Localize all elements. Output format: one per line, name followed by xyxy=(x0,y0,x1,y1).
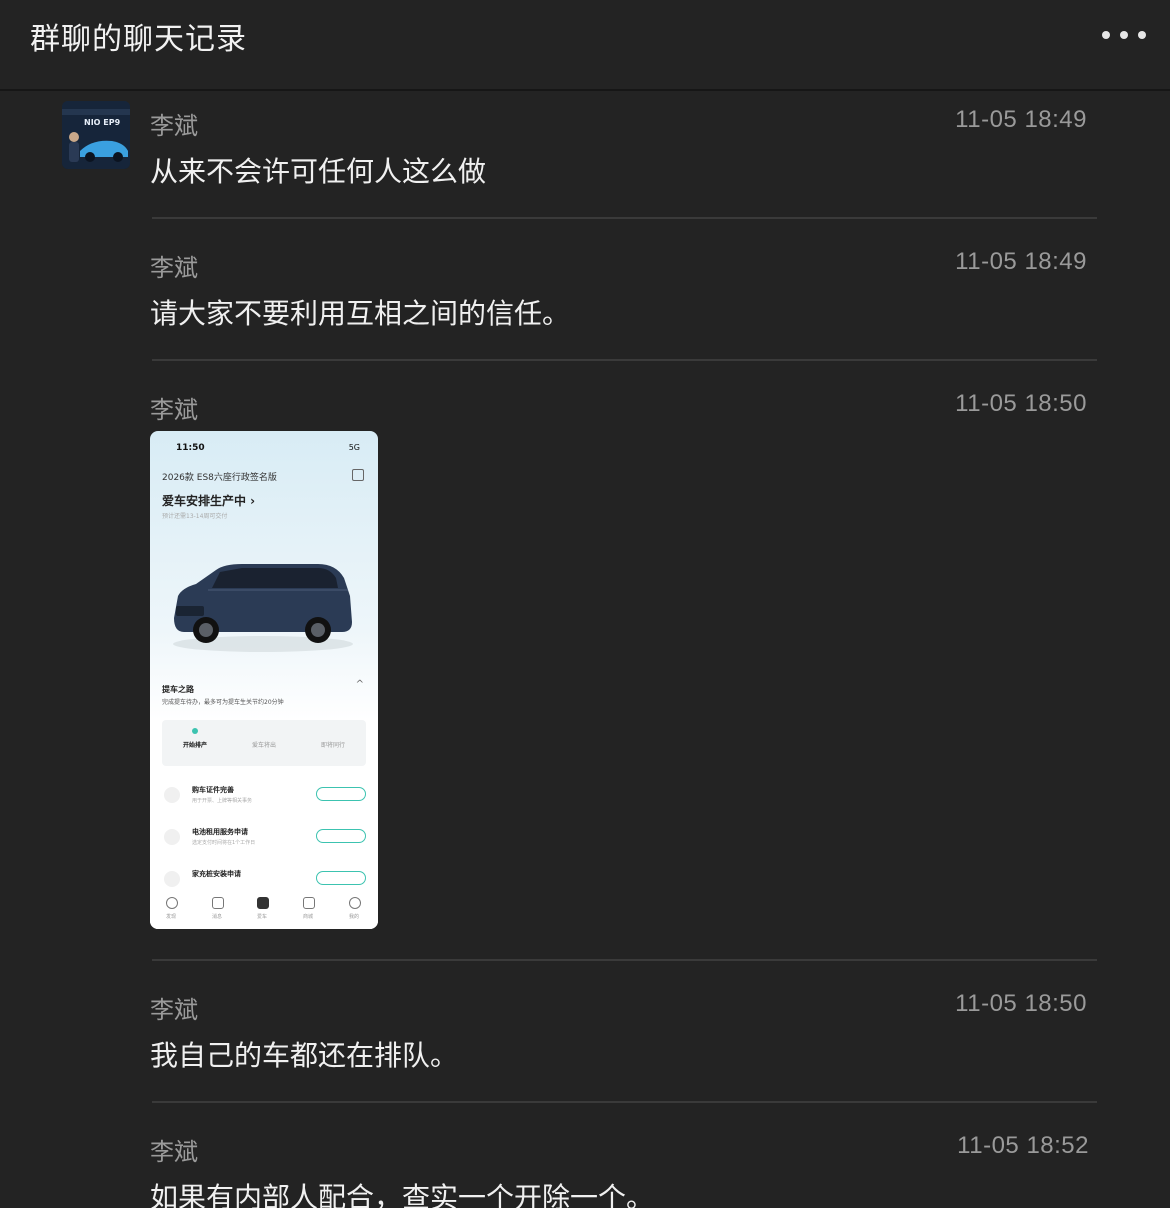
delivery-steps: 开始排产 爱车将出 即将同行 xyxy=(162,720,366,766)
tab-label: 我的 xyxy=(349,914,360,920)
svg-text:NIO EP9: NIO EP9 xyxy=(84,118,121,127)
sender-name: 李斌 xyxy=(150,396,198,424)
delivery-step: 爱车将出 xyxy=(251,742,276,749)
todo-title: 购车证件完善 xyxy=(192,786,234,794)
step-active-dot xyxy=(192,728,198,734)
divider xyxy=(152,217,1097,219)
more-options-icon[interactable] xyxy=(1102,22,1146,48)
message-item[interactable]: 李斌 11-05 18:49 从来不会许可任何人这么做 xyxy=(150,106,1097,188)
discover-tab-icon xyxy=(166,897,178,909)
avatar[interactable]: NIO EP9 xyxy=(62,101,130,169)
chat-history-header: 群聊的聊天记录 xyxy=(0,0,1170,91)
divider xyxy=(152,1101,1097,1103)
message-time: 11-05 18:49 xyxy=(955,106,1087,133)
order-status: 爱车安排生产中 › xyxy=(162,494,256,508)
message-time: 11-05 18:52 xyxy=(957,1132,1089,1159)
car-tab-icon xyxy=(257,897,269,909)
message-item[interactable]: 李斌 11-05 18:49 请大家不要利用互相之间的信任。 xyxy=(150,248,1097,330)
delivery-step: 即将同行 xyxy=(320,742,345,749)
phone-network: 5G xyxy=(348,443,360,452)
todo-title: 电池租用服务申请 xyxy=(192,828,248,836)
todo-item: 购车证件完善 用于开票、上牌等相关事务 xyxy=(162,781,366,815)
tab-label: 商城 xyxy=(303,914,314,920)
delivery-road-subtitle: 完成提车待办，最多可为提车生关节约20分钟 xyxy=(162,699,284,706)
car-image xyxy=(173,564,353,652)
message-time: 11-05 18:49 xyxy=(955,248,1087,275)
phone-status-time: 11:50 xyxy=(176,443,205,453)
tab-label: 爱车 xyxy=(257,914,268,920)
message-text: 如果有内部人配合，查实一个开除一个。 xyxy=(150,1181,655,1208)
message-text: 请大家不要利用互相之间的信任。 xyxy=(150,297,571,330)
delivery-road-title: 提车之路 xyxy=(162,685,194,694)
shop-tab-icon xyxy=(303,897,315,909)
todo-item: 电池租用服务申请 选定支付时间将在1个工作日 xyxy=(162,823,366,857)
document-icon xyxy=(352,469,364,481)
tab-label: 发现 xyxy=(166,914,177,920)
todo-subtitle: 用于开票、上牌等相关事务 xyxy=(192,798,253,804)
battery-icon xyxy=(164,829,180,845)
id-card-icon xyxy=(164,787,180,803)
sender-name: 李斌 xyxy=(150,254,198,282)
delivery-eta: 预计还需13-14周可交付 xyxy=(162,513,228,520)
todo-action-button xyxy=(316,871,366,885)
todo-action-button xyxy=(316,829,366,843)
todo-title: 家充桩安装申请 xyxy=(192,870,241,878)
message-time: 11-05 18:50 xyxy=(955,990,1087,1017)
chevron-up-icon: ^ xyxy=(355,679,364,690)
profile-tab-icon xyxy=(349,897,361,909)
message-tab-icon xyxy=(212,897,224,909)
message-item[interactable]: 李斌 11-05 18:50 我自己的车都还在排队。 xyxy=(150,990,1097,1072)
sender-name: 李斌 xyxy=(150,112,198,140)
car-model: 2026款 ES8六座行政签名版 xyxy=(162,473,277,483)
todo-subtitle: 选定支付时间将在1个工作日 xyxy=(192,840,256,846)
divider xyxy=(152,359,1097,361)
sender-name: 李斌 xyxy=(150,1138,198,1166)
todo-action-button xyxy=(316,787,366,801)
message-item: 李斌 11-05 18:50 xyxy=(150,390,1097,424)
message-text: 从来不会许可任何人这么做 xyxy=(150,155,487,188)
message-time: 11-05 18:50 xyxy=(955,390,1087,417)
message-item[interactable]: 李斌 11-05 18:52 如果有内部人配合，查实一个开除一个。 xyxy=(150,1132,1097,1208)
phone-tab-bar: 发现 消息 爱车 商城 我的 xyxy=(150,889,378,929)
message-text: 我自己的车都还在排队。 xyxy=(150,1039,459,1072)
delivery-step: 开始排产 xyxy=(182,742,207,749)
tab-label: 消息 xyxy=(212,914,223,920)
divider xyxy=(152,959,1097,961)
sender-name: 李斌 xyxy=(150,996,198,1024)
page-title: 群聊的聊天记录 xyxy=(30,22,247,57)
charger-icon xyxy=(164,871,180,887)
image-attachment[interactable]: 11:50 5G 2026款 ES8六座行政签名版 爱车安排生产中 › 预计还需… xyxy=(150,431,378,929)
